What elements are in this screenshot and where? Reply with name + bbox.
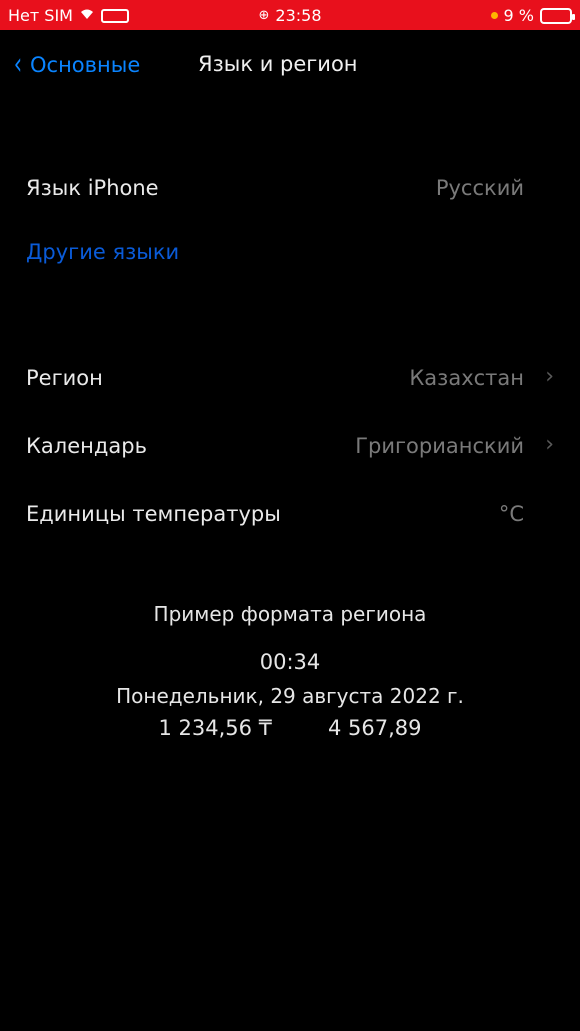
back-button[interactable]: ‹ Основные xyxy=(12,50,140,80)
row-label: Язык iPhone xyxy=(26,176,159,200)
battery-icon xyxy=(540,7,575,24)
row-label: Единицы температуры xyxy=(26,502,281,526)
page-title: Язык и регион xyxy=(198,52,358,76)
format-example-number: 4 567,89 xyxy=(328,716,422,740)
chevron-right-icon: › xyxy=(545,364,554,389)
row-temperature-units[interactable]: Единицы температуры °C xyxy=(26,494,580,536)
low-power-dot-icon xyxy=(490,12,498,19)
row-value: Григорианский xyxy=(355,434,524,458)
chevron-right-icon: › xyxy=(545,432,554,457)
battery-percent: 9 % xyxy=(503,6,534,25)
row-value: Казахстан xyxy=(409,366,524,390)
status-right: 9 % xyxy=(490,6,575,25)
other-languages-link[interactable]: Другие языки xyxy=(26,240,179,264)
format-example-time: 00:34 xyxy=(259,650,321,674)
back-label: Основные xyxy=(30,53,141,77)
row-label: Регион xyxy=(26,366,103,390)
format-example-date: Понедельник, 29 августа 2022 г. xyxy=(116,684,464,708)
row-value: Русский xyxy=(435,176,524,200)
chevron-left-icon: ‹ xyxy=(13,47,23,82)
format-example-numbers: 1 234,56 ₸ 4 567,89 xyxy=(0,716,580,740)
row-region[interactable]: Регион Казахстан › xyxy=(26,358,580,400)
row-value: °C xyxy=(498,502,524,526)
clock: 23:58 xyxy=(275,6,322,25)
format-example-currency: 1 234,56 ₸ xyxy=(158,716,273,740)
status-bar: Нет SIM ⊕ 23:58 9 % xyxy=(0,0,580,30)
row-calendar[interactable]: Календарь Григорианский › xyxy=(26,426,580,468)
alarm-icon: ⊕ xyxy=(258,8,270,23)
navigation-bar: ‹ Основные Язык и регион xyxy=(0,30,580,104)
format-example-title: Пример формата региона xyxy=(153,602,427,626)
row-iphone-language[interactable]: Язык iPhone Русский xyxy=(26,168,580,210)
row-label: Календарь xyxy=(26,434,147,458)
